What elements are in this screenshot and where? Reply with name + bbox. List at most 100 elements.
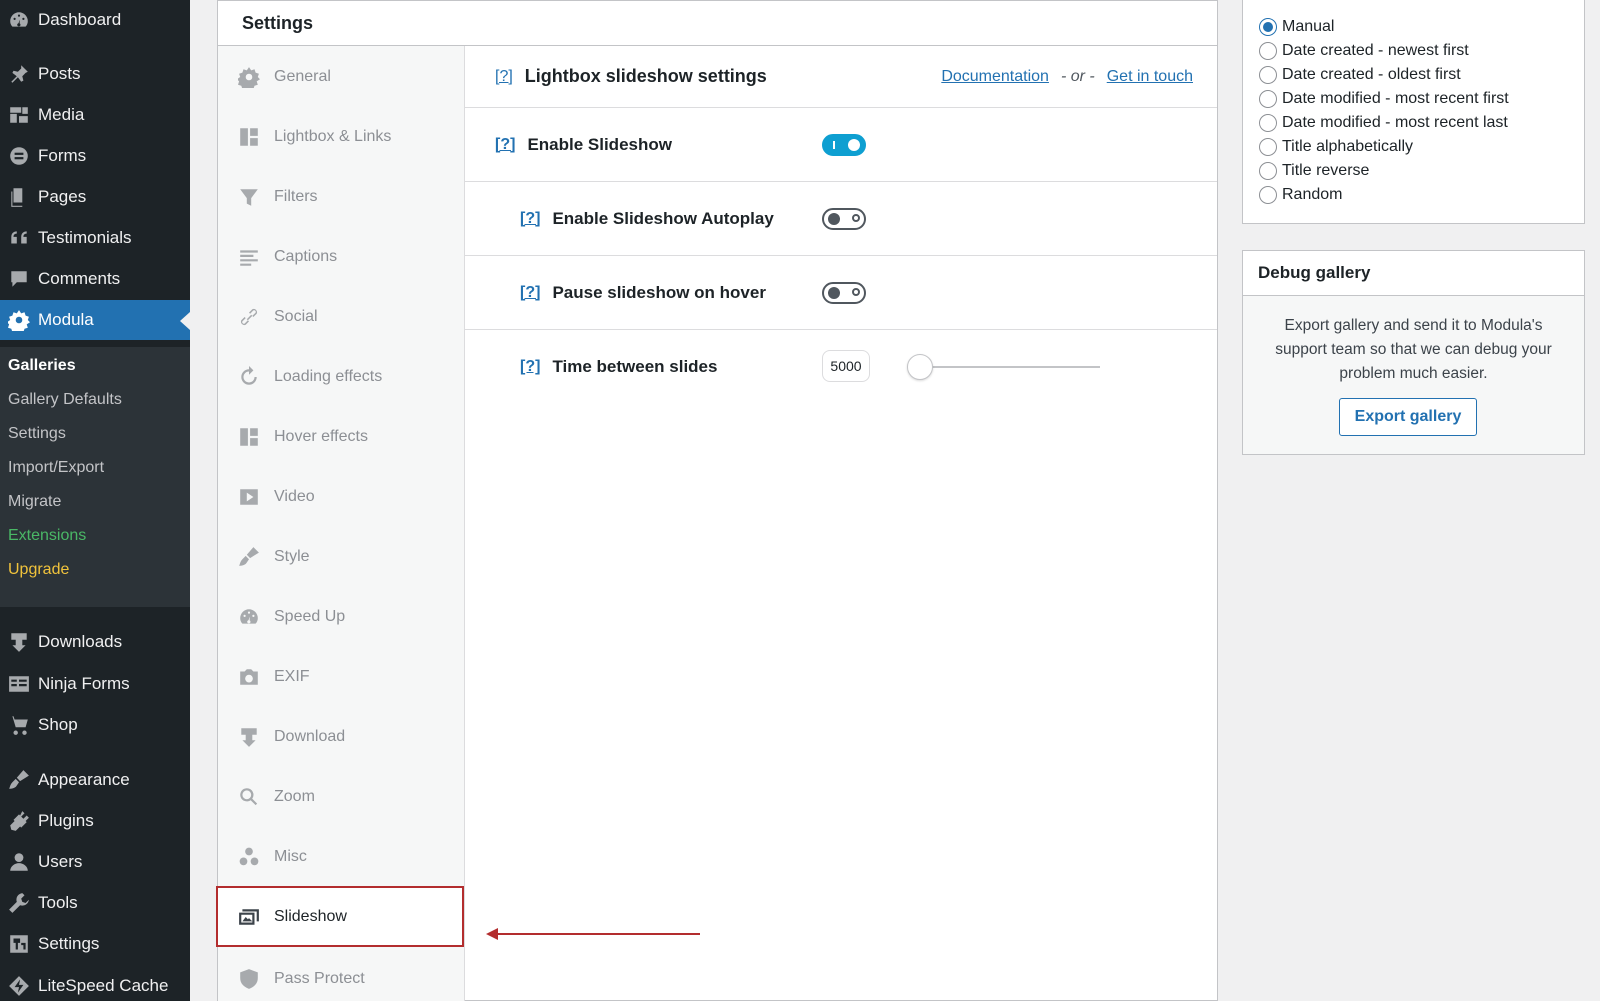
tab-exif[interactable]: EXIF	[218, 646, 464, 707]
pause-on-hover-toggle[interactable]	[822, 282, 866, 304]
tab-filters[interactable]: Filters	[218, 166, 464, 227]
comment-icon	[0, 268, 38, 290]
radio-button[interactable]	[1259, 66, 1277, 84]
menu-label: Settings	[38, 934, 100, 953]
submenu-item-migrate[interactable]: Migrate	[8, 493, 61, 511]
menu-label: Appearance	[38, 770, 130, 789]
or-separator: - or -	[1060, 68, 1095, 85]
gear-icon	[0, 309, 38, 331]
download-icon	[238, 726, 260, 748]
tab-social[interactable]: Social	[218, 286, 464, 347]
pages-icon	[0, 186, 38, 208]
menu-item-settings[interactable]: Settings	[0, 924, 190, 964]
submenu-item-gallery-defaults[interactable]: Gallery Defaults	[8, 391, 122, 409]
menu-item-shop[interactable]: Shop	[0, 705, 190, 745]
menu-item-media[interactable]: Media	[0, 95, 190, 135]
tab-label: Zoom	[274, 787, 315, 805]
menu-label: Downloads	[38, 632, 123, 651]
tab-style[interactable]: Style	[218, 526, 464, 587]
menu-item-forms[interactable]: Forms	[0, 136, 190, 176]
user-icon	[0, 851, 38, 873]
debug-gallery-title: Debug gallery	[1243, 251, 1584, 296]
get-in-touch-link[interactable]: Get in touch	[1107, 68, 1193, 85]
help-link[interactable]: [?]	[520, 210, 540, 228]
menu-item-testimonials[interactable]: Testimonials	[0, 218, 190, 258]
setting-row-enable-slideshow: [?] Enable Slideshow	[465, 108, 1217, 182]
documentation-link[interactable]: Documentation	[941, 68, 1049, 85]
radio-button[interactable]	[1259, 18, 1277, 36]
setting-row-pause-on-hover: [?] Pause slideshow on hover	[465, 256, 1217, 330]
help-link[interactable]: [?]	[520, 284, 540, 302]
menu-item-appearance[interactable]: Appearance	[0, 760, 190, 800]
submenu-item-extensions[interactable]: Extensions	[8, 527, 86, 545]
tab-loading-effects[interactable]: Loading effects	[218, 346, 464, 407]
time-slider-track[interactable]	[908, 366, 1100, 368]
radio-button[interactable]	[1259, 186, 1277, 204]
menu-item-litespeed-cache[interactable]: LiteSpeed Cache	[0, 966, 190, 1001]
tab-pass-protect[interactable]: Pass Protect	[218, 948, 464, 1001]
tab-label: Slideshow	[274, 907, 347, 925]
tab-lightbox-links[interactable]: Lightbox & Links	[218, 106, 464, 167]
radio-button[interactable]	[1259, 90, 1277, 108]
time-slider-thumb[interactable]	[906, 354, 933, 380]
magnifier-icon	[238, 786, 260, 808]
submenu-item-upgrade[interactable]: Upgrade	[8, 561, 69, 579]
menu-label: Tools	[38, 893, 78, 912]
tab-general[interactable]: General	[218, 46, 464, 107]
menu-item-users[interactable]: Users	[0, 842, 190, 882]
tab-download[interactable]: Download	[218, 706, 464, 767]
tab-misc[interactable]: Misc	[218, 826, 464, 887]
submenu-item-import-export[interactable]: Import/Export	[8, 459, 104, 477]
radio-button[interactable]	[1259, 138, 1277, 156]
help-link[interactable]: [?]	[495, 136, 515, 154]
menu-item-tools[interactable]: Tools	[0, 883, 190, 923]
sort-option-label: Title reverse	[1282, 162, 1370, 179]
tab-label: Pass Protect	[274, 969, 365, 987]
time-between-slides-input[interactable]: 5000	[822, 350, 870, 382]
autoplay-toggle[interactable]	[822, 208, 866, 230]
menu-label: Pages	[38, 187, 87, 206]
menu-item-posts[interactable]: Posts	[0, 54, 190, 94]
radio-button[interactable]	[1259, 162, 1277, 180]
setting-row-time-between-slides: [?] Time between slides 5000	[465, 330, 1217, 404]
admin-sidebar: Dashboard Posts Media Forms Pages Testim…	[0, 0, 190, 1001]
tab-slideshow[interactable]: Slideshow	[216, 886, 464, 947]
tab-captions[interactable]: Captions	[218, 226, 464, 287]
dashboard-icon	[238, 606, 260, 628]
sort-option[interactable]: Date created - newest first	[1259, 39, 1584, 63]
tab-label: Misc	[274, 847, 307, 865]
submenu-item-galleries[interactable]: Galleries	[8, 357, 76, 375]
menu-item-downloads[interactable]: Downloads	[0, 622, 190, 662]
section-header: [?] Lightbox slideshow settings Document…	[465, 46, 1217, 108]
enable-slideshow-toggle[interactable]	[822, 134, 866, 156]
sort-option[interactable]: Date modified - most recent last	[1259, 111, 1584, 135]
menu-item-ninja-forms[interactable]: Ninja Forms	[0, 664, 190, 704]
tab-speed-up[interactable]: Speed Up	[218, 586, 464, 647]
sort-option[interactable]: Date modified - most recent first	[1259, 87, 1584, 111]
sort-option-label: Date created - newest first	[1282, 42, 1469, 59]
help-link[interactable]: [?]	[520, 358, 540, 376]
export-gallery-button[interactable]: Export gallery	[1339, 398, 1477, 436]
sort-option[interactable]: Manual	[1259, 15, 1584, 39]
menu-item-dashboard[interactable]: Dashboard	[0, 0, 190, 40]
sort-option[interactable]: Date created - oldest first	[1259, 63, 1584, 87]
radio-button[interactable]	[1259, 114, 1277, 132]
sort-option[interactable]: Random	[1259, 183, 1584, 207]
tab-video[interactable]: Video	[218, 466, 464, 527]
camera-icon	[238, 666, 260, 688]
menu-item-plugins[interactable]: Plugins	[0, 801, 190, 841]
menu-item-modula[interactable]: Modula	[0, 300, 190, 340]
menu-item-pages[interactable]: Pages	[0, 177, 190, 217]
sort-option[interactable]: Title reverse	[1259, 159, 1584, 183]
submenu-item-settings[interactable]: Settings	[8, 425, 66, 443]
menu-label: Dashboard	[38, 10, 122, 29]
debug-gallery-box: Debug gallery Export gallery and send it…	[1242, 250, 1585, 455]
sort-option[interactable]: Title alphabetically	[1259, 135, 1584, 159]
tab-label: EXIF	[274, 667, 310, 685]
menu-item-comments[interactable]: Comments	[0, 259, 190, 299]
link-icon	[238, 306, 260, 328]
help-link[interactable]: [?]	[495, 68, 513, 86]
tab-zoom[interactable]: Zoom	[218, 766, 464, 827]
tab-hover-effects[interactable]: Hover effects	[218, 406, 464, 467]
radio-button[interactable]	[1259, 42, 1277, 60]
